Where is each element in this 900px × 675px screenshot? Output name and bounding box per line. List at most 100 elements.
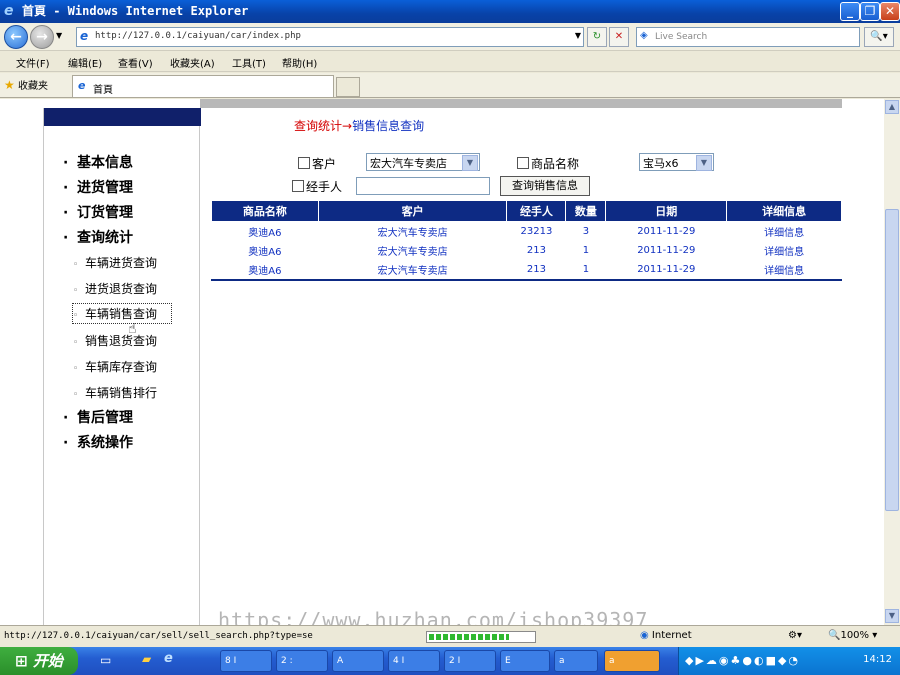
- sidebar-item-sales-query[interactable]: ◦ 车辆销售查询: [71, 303, 173, 324]
- window-title: 首頁 - Windows Internet Explorer: [22, 4, 249, 18]
- favorites-button[interactable]: ★ 收藏夹: [4, 77, 48, 92]
- tab-title: 首頁: [93, 85, 113, 96]
- favorites-label: 收藏夹: [17, 81, 48, 92]
- search-input[interactable]: ◈ Live Search: [636, 27, 860, 47]
- page-icon: e: [80, 29, 89, 43]
- tray-icons[interactable]: ◆▶☁◉♣●◐■◆◔: [685, 654, 800, 667]
- history-dropdown-icon[interactable]: ▼: [56, 31, 62, 40]
- menu-favorites[interactable]: 收藏夹(A): [170, 55, 215, 70]
- sidebar-section-query[interactable]: · 查询统计: [63, 227, 133, 247]
- table-cell: 1: [582, 264, 590, 275]
- taskbar-item[interactable]: 8 I: [220, 650, 272, 672]
- zoom-level[interactable]: 🔍100% ▾: [828, 630, 877, 641]
- breadcrumb: 查询统计→销售信息查询: [294, 117, 424, 134]
- column-header: 详细信息: [726, 200, 842, 222]
- table-cell: 3: [582, 226, 590, 237]
- status-bar: http://127.0.0.1/caiyuan/car/sell/sell_s…: [0, 625, 900, 647]
- chevron-down-icon[interactable]: ▼: [696, 155, 712, 171]
- chevron-down-icon[interactable]: ▼: [575, 31, 581, 40]
- page-content: · 基本信息 · 进货管理 · 订货管理 · 查询统计 ◦ 车辆进货查询 ◦ 进货退货查询 …: [0, 99, 884, 625]
- handler-checkbox[interactable]: [292, 180, 304, 192]
- taskbar-item[interactable]: a: [554, 650, 598, 672]
- taskbar-item[interactable]: 4 I: [388, 650, 440, 672]
- close-button[interactable]: ✕: [880, 2, 900, 21]
- sales-table-container: 商品名称 客户 经手人 数量 日期 详细信息 奥迪A6 宏大汽车专卖店 2321…: [211, 200, 842, 281]
- star-icon: ★: [4, 78, 15, 92]
- menu-tools[interactable]: 工具(T): [232, 55, 266, 70]
- table-cell: 23213: [520, 226, 553, 237]
- mouse-cursor-icon: ☝: [128, 321, 137, 337]
- customer-filter[interactable]: 客户: [298, 155, 336, 172]
- chevron-down-icon[interactable]: ▼: [462, 155, 478, 171]
- column-header: 商品名称: [211, 200, 319, 222]
- product-select[interactable]: 宝马x6 ▼: [639, 153, 714, 171]
- back-button[interactable]: ←: [4, 25, 28, 49]
- search-button[interactable]: 🔍▾: [864, 27, 894, 47]
- folder-icon[interactable]: ▰: [142, 652, 151, 666]
- sidebar-item-purchase-return-query[interactable]: ◦ 进货退货查询: [73, 280, 157, 297]
- show-desktop-icon[interactable]: ▭: [100, 653, 111, 667]
- new-tab-button[interactable]: [336, 77, 360, 97]
- customer-checkbox[interactable]: [298, 157, 310, 169]
- sidebar-item-sales-return-query[interactable]: ◦ 销售退货查询: [73, 332, 157, 349]
- taskbar-item[interactable]: 2 :: [276, 650, 328, 672]
- product-filter[interactable]: 商品名称: [517, 155, 579, 172]
- table-header-row: 商品名称 客户 经手人 数量 日期 详细信息: [211, 200, 842, 222]
- taskbar-item[interactable]: A: [332, 650, 384, 672]
- sidebar-section-after-sales[interactable]: · 售后管理: [63, 407, 133, 427]
- table-cell: 2011-11-29: [637, 264, 696, 275]
- loading-progress: [426, 631, 536, 643]
- sidebar-item-purchase-query[interactable]: ◦ 车辆进货查询: [73, 254, 157, 271]
- product-checkbox[interactable]: [517, 157, 529, 169]
- scrollbar-thumb[interactable]: [885, 209, 899, 511]
- minimize-button[interactable]: _: [840, 2, 860, 21]
- menu-view[interactable]: 查看(V): [118, 55, 153, 70]
- taskbar-item[interactable]: 2 I: [444, 650, 496, 672]
- maximize-button[interactable]: ❐: [860, 2, 880, 21]
- sidebar-item-inventory-query[interactable]: ◦ 车辆库存查询: [73, 358, 157, 375]
- table-row: 奥迪A6 宏大汽车专卖店 213 1 2011-11-29 详细信息: [212, 260, 842, 279]
- handler-input[interactable]: [356, 177, 490, 195]
- ie-quicklaunch-icon[interactable]: e: [164, 651, 173, 666]
- address-toolbar: ← → ▼ e http://127.0.0.1/caiyuan/car/ind…: [0, 23, 900, 51]
- detail-link[interactable]: 详细信息: [727, 222, 842, 242]
- sidebar-item-sales-ranking[interactable]: ◦ 车辆销售排行: [73, 384, 157, 401]
- table-cell: 宏大汽车专卖店: [377, 247, 448, 258]
- breadcrumb-current: 销售信息查询: [352, 119, 425, 133]
- sidebar-section-system[interactable]: · 系统操作: [63, 432, 133, 452]
- menu-edit[interactable]: 编辑(E): [68, 55, 102, 70]
- table-cell: 奥迪A6: [248, 266, 282, 277]
- refresh-button[interactable]: ↻: [587, 27, 607, 47]
- menu-help[interactable]: 帮助(H): [282, 55, 317, 70]
- address-bar[interactable]: e http://127.0.0.1/caiyuan/car/index.php…: [76, 27, 584, 47]
- forward-button[interactable]: →: [30, 25, 54, 49]
- detail-link[interactable]: 详细信息: [727, 260, 842, 279]
- table-row: 奥迪A6 宏大汽车专卖店 23213 3 2011-11-29 详细信息: [212, 222, 842, 242]
- start-button[interactable]: ⊞ 开始: [0, 647, 78, 675]
- scroll-up-icon[interactable]: ▲: [885, 100, 899, 114]
- system-tray: ◆▶☁◉♣●◐■◆◔ 14:12: [678, 647, 900, 675]
- table-cell: 宏大汽车专卖店: [377, 228, 448, 239]
- sidebar-section-basic-info[interactable]: · 基本信息: [63, 152, 133, 172]
- search-placeholder: Live Search: [655, 32, 708, 42]
- status-url: http://127.0.0.1/caiyuan/car/sell/sell_s…: [4, 631, 313, 641]
- table-row: 奥迪A6 宏大汽车专卖店 213 1 2011-11-29 详细信息: [212, 241, 842, 260]
- customer-select[interactable]: 宏大汽车专卖店 ▼: [366, 153, 480, 171]
- taskbar-item-active[interactable]: a: [604, 650, 660, 672]
- handler-filter[interactable]: 经手人: [292, 178, 342, 195]
- menu-file[interactable]: 文件(F): [16, 55, 50, 70]
- stop-button[interactable]: ✕: [609, 27, 629, 47]
- detail-link[interactable]: 详细信息: [727, 241, 842, 260]
- vertical-scrollbar[interactable]: ▲ ▼: [884, 99, 900, 625]
- ie-logo-icon: e: [4, 3, 14, 19]
- sidebar-section-purchase[interactable]: · 进货管理: [63, 177, 133, 197]
- scroll-down-icon[interactable]: ▼: [885, 609, 899, 623]
- clock: 14:12: [863, 654, 892, 665]
- sidebar-section-orders[interactable]: · 订货管理: [63, 202, 133, 222]
- table-cell: 1: [582, 245, 590, 256]
- protected-mode-icon[interactable]: ⚙▾: [788, 630, 802, 641]
- table-cell: 213: [526, 245, 546, 256]
- taskbar-item[interactable]: E: [500, 650, 550, 672]
- tab-home[interactable]: e 首頁: [72, 75, 334, 97]
- search-sales-button[interactable]: 查询销售信息: [500, 176, 590, 196]
